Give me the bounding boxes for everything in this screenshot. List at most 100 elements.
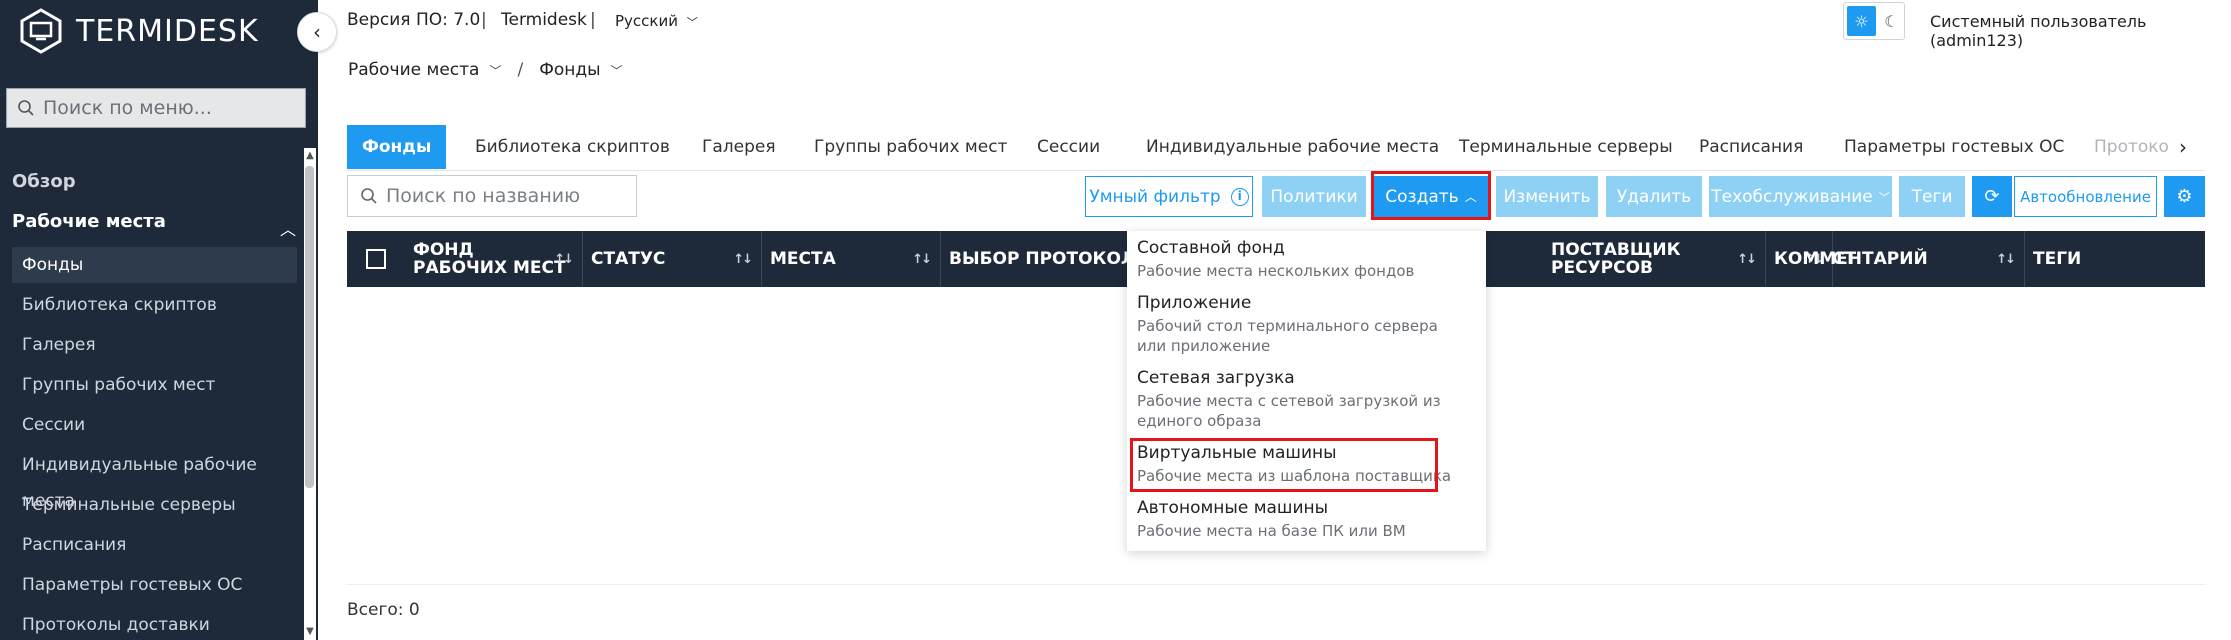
tab-workplace-groups[interactable]: Группы рабочих мест	[814, 125, 1007, 169]
virtual-machines-highlight	[1130, 438, 1438, 492]
chevron-right-icon[interactable]: ›	[2179, 135, 2187, 159]
column-seats-label: МЕСТА	[770, 249, 836, 269]
maintenance-label: Техобслуживание	[1711, 186, 1873, 207]
tab-terminal-servers[interactable]: Терминальные серверы	[1459, 125, 1673, 169]
refresh-button[interactable]: ⟳	[1972, 176, 2012, 217]
chevron-down-icon: ﹀	[1878, 190, 1890, 204]
theme-switch[interactable]: ☼ ☾	[1843, 2, 1905, 40]
smart-filter-button[interactable]: Умный фильтр i	[1085, 176, 1253, 217]
moon-icon[interactable]: ☾	[1879, 3, 1904, 39]
nav-section-workplaces[interactable]: Рабочие места	[12, 211, 166, 232]
logo[interactable]: TERMIDESK	[18, 6, 259, 56]
column-protocol[interactable]: ВЫБОР ПРОТОКОЛА	[941, 231, 1151, 287]
name-search[interactable]	[347, 175, 637, 217]
tab-script-library[interactable]: Библиотека скриптов	[475, 125, 670, 169]
name-search-input[interactable]	[386, 185, 626, 207]
menu-item-standalone-machines[interactable]: Автономные машины Рабочие места на базе …	[1137, 497, 1467, 541]
column-tags-label: ТЕГИ	[2033, 249, 2082, 269]
tab-guest-os-params[interactable]: Параметры гостевых ОС	[1844, 125, 2064, 169]
sidebar-item-guest-os-params[interactable]: Параметры гостевых ОС	[12, 567, 297, 603]
sidebar-nav-list: Фонды Библиотека скриптов Галерея Группы…	[12, 247, 297, 640]
tab-individual-workplaces[interactable]: Индивидуальные рабочие места	[1146, 125, 1439, 169]
smart-filter-label: Умный фильтр	[1089, 186, 1221, 207]
breadcrumb-current[interactable]: Фонды	[539, 60, 600, 80]
breadcrumb-root[interactable]: Рабочие места	[348, 60, 479, 80]
sidebar-item-pools[interactable]: Фонды	[12, 247, 297, 283]
settings-button[interactable]: ⚙	[2164, 176, 2205, 217]
menu-item-desc: Рабочий стол терминального сервера или п…	[1137, 317, 1438, 355]
menu-item-title: Сетевая загрузка	[1137, 368, 1295, 388]
chevron-down-icon[interactable]: ﹀	[489, 62, 501, 79]
edit-button[interactable]: Изменить	[1496, 176, 1598, 217]
sidebar-item-workplace-groups[interactable]: Группы рабочих мест	[12, 367, 297, 403]
column-pool[interactable]: ФОНД РАБОЧИХ МЕСТ ↑↓	[347, 231, 583, 287]
sidebar: TERMIDESK Обзор Рабочие места ︿ Фонды Би…	[0, 0, 318, 640]
sidebar-item-terminal-servers[interactable]: Терминальные серверы	[12, 487, 297, 523]
delete-button[interactable]: Удалить	[1606, 176, 1702, 217]
sidebar-item-delivery-protocols[interactable]: Протоколы доставки	[12, 607, 297, 640]
search-icon	[18, 100, 34, 116]
breadcrumb-separator: /	[517, 60, 524, 80]
sidebar-item-individual-workplaces[interactable]: Индивидуальные рабочие места	[12, 447, 297, 511]
sort-icon[interactable]: ↑↓	[912, 251, 932, 269]
info-icon: i	[1230, 187, 1249, 206]
tab-schedules[interactable]: Расписания	[1699, 125, 1803, 169]
menu-item-application[interactable]: Приложение Рабочий стол терминального се…	[1137, 292, 1467, 356]
policies-button[interactable]: Политики	[1262, 176, 1366, 217]
chevron-down-icon: ﹀	[686, 16, 698, 29]
sort-icon[interactable]: ↑↓	[1996, 251, 2016, 269]
column-protocol-label: ВЫБОР ПРОТОКОЛА	[949, 249, 1149, 269]
menu-item-composite-pool[interactable]: Составной фонд Рабочие места нескольких …	[1137, 237, 1467, 281]
column-provider-line1: ПОСТАВЩИК	[1551, 240, 1681, 260]
scroll-up-icon[interactable]: ▲	[305, 150, 315, 161]
menu-item-title: Составной фонд	[1137, 238, 1285, 258]
sun-icon[interactable]: ☼	[1847, 6, 1876, 36]
user-menu[interactable]: Системный пользователь (admin123)	[1930, 12, 2231, 50]
maintenance-button[interactable]: Техобслуживание ﹀	[1709, 176, 1892, 217]
chevron-up-icon[interactable]: ︿	[280, 216, 296, 240]
search-icon	[361, 188, 377, 204]
sort-icon[interactable]: ↑↓	[1737, 251, 1757, 269]
column-tags[interactable]: ТЕГИ	[2025, 231, 2205, 287]
top-bar: Версия ПО: 7.0 | Termidesk | Русский ﹀ ☼…	[318, 0, 2231, 50]
autoupdate-button[interactable]: Автообновление	[2014, 176, 2157, 217]
scroll-down-icon[interactable]: ▼	[305, 626, 315, 637]
sidebar-item-sessions[interactable]: Сессии	[12, 407, 297, 443]
tab-pools[interactable]: Фонды	[347, 125, 447, 169]
language-select[interactable]: Русский ﹀	[615, 12, 698, 30]
menu-item-network-boot[interactable]: Сетевая загрузка Рабочие места с сетевой…	[1137, 367, 1467, 431]
header-separator: |	[590, 10, 596, 30]
menu-item-desc: Рабочие места на базе ПК или ВМ	[1137, 522, 1406, 540]
sidebar-scroll-thumb[interactable]	[305, 166, 314, 488]
tab-sessions[interactable]: Сессии	[1037, 125, 1100, 169]
column-pool-line2: РАБОЧИХ МЕСТ	[413, 258, 566, 278]
sidebar-item-gallery[interactable]: Галерея	[12, 327, 297, 363]
menu-item-desc: Рабочие места с сетевой загрузкой из еди…	[1137, 392, 1441, 430]
header-separator: |	[481, 10, 487, 30]
chevron-down-icon[interactable]: ﹀	[611, 62, 623, 79]
total-count: Всего: 0	[347, 600, 420, 620]
sidebar-item-schedules[interactable]: Расписания	[12, 527, 297, 563]
menu-search[interactable]	[6, 88, 306, 128]
nav-section-overview[interactable]: Обзор	[12, 171, 76, 192]
column-comment[interactable]: КОММЕНТАРИЙ ↑↓	[1766, 231, 2025, 287]
sort-icon[interactable]: ↑↓	[733, 251, 753, 269]
termidesk-logo-icon	[20, 8, 62, 54]
select-all-checkbox[interactable]	[366, 249, 386, 269]
tab-delivery-protocols[interactable]: Протоко	[2094, 125, 2169, 169]
collapse-sidebar-button[interactable]: ‹	[297, 12, 337, 52]
column-provider-line2: РЕСУРСОВ	[1551, 258, 1653, 278]
menu-search-input[interactable]	[43, 97, 293, 119]
sidebar-item-script-library[interactable]: Библиотека скриптов	[12, 287, 297, 323]
column-status[interactable]: СТАТУС ↑↓	[583, 231, 762, 287]
column-provider[interactable]: ПОСТАВЩИК РЕСУРСОВ ↑↓	[1543, 231, 1766, 287]
tab-gallery[interactable]: Галерея	[702, 125, 776, 169]
menu-item-title: Автономные машины	[1137, 498, 1329, 518]
tags-button[interactable]: Теги	[1899, 176, 1965, 217]
create-button-highlight	[1371, 171, 1491, 220]
column-comment-label: КОММЕНТАРИЙ	[1774, 249, 1928, 269]
sort-icon[interactable]: ↑↓	[554, 251, 574, 269]
logo-text: TERMIDESK	[76, 13, 259, 49]
create-dropdown-menu: Составной фонд Рабочие места нескольких …	[1127, 231, 1486, 551]
column-seats[interactable]: МЕСТА ↑↓	[762, 231, 941, 287]
